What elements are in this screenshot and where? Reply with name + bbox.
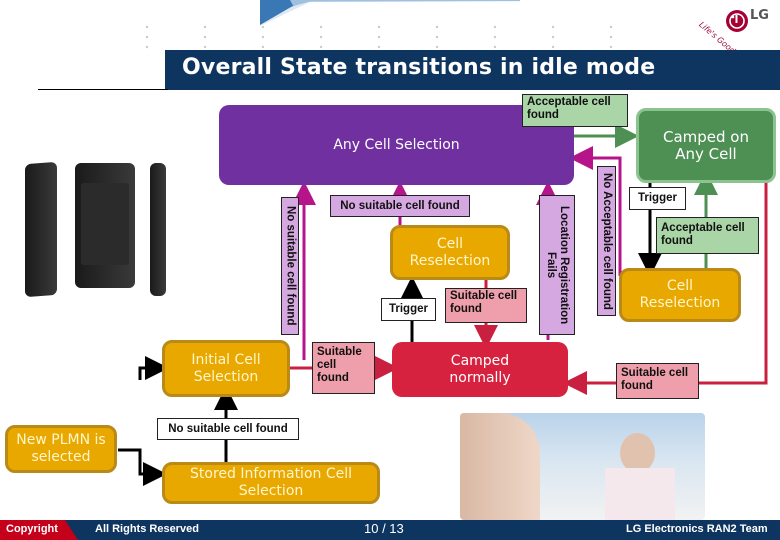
state-label: Any Cell Selection xyxy=(333,136,460,153)
state-label: Cell Reselection xyxy=(639,278,721,311)
state-label: Initial Cell Selection xyxy=(191,351,261,385)
state-label: New PLMN is selected xyxy=(16,432,106,465)
label-no-acceptable: No Acceptable cell found xyxy=(597,166,616,316)
label-trigger-right: Trigger xyxy=(629,187,686,210)
label-no-suitable-left: No suitable cell found xyxy=(281,197,299,335)
label-no-suitable-mid: No suitable cell found xyxy=(330,195,470,217)
state-any-cell-selection[interactable]: Any Cell Selection xyxy=(219,105,574,185)
state-camped-normally[interactable]: Camped normally xyxy=(392,342,568,397)
state-label: Stored Information Cell Selection xyxy=(190,466,352,499)
state-label: Camped normally xyxy=(449,352,511,386)
label-trigger-mid: Trigger xyxy=(381,298,436,321)
phone-side-right xyxy=(150,163,166,296)
label-acceptable-found-top: Acceptable cell found xyxy=(522,94,628,127)
state-label: Cell Reselection xyxy=(409,235,491,269)
footer-rights: All Rights Reserved xyxy=(95,523,199,535)
label-no-suitable-bottom: No suitable cell found xyxy=(157,418,299,440)
business-people-photo xyxy=(460,413,705,520)
arrow-plmn-to-stored xyxy=(118,448,167,486)
footer-team: LG Electronics RAN2 Team xyxy=(626,523,768,535)
state-initial-cell-selection[interactable]: Initial Cell Selection xyxy=(162,340,290,397)
footer-copyright: Copyright xyxy=(6,523,58,535)
label-suitable-found-mid: Suitable cell found xyxy=(445,288,527,323)
state-cell-reselection-right[interactable]: Cell Reselection xyxy=(619,268,741,322)
state-camped-on-any-cell[interactable]: Camped on Any Cell xyxy=(636,108,776,183)
state-stored-info-selection[interactable]: Stored Information Cell Selection xyxy=(162,462,380,504)
label-location-registration-fails: Location Registration Fails xyxy=(539,195,575,335)
arrow-plmn-to-initial xyxy=(138,356,169,380)
state-label: Camped on Any Cell xyxy=(662,127,749,163)
phone-side-left xyxy=(25,161,57,298)
label-suitable-found-initial: Suitable cell found xyxy=(312,342,375,394)
state-cell-reselection-mid[interactable]: Cell Reselection xyxy=(390,225,510,280)
label-acceptable-found-right: Acceptable cell found xyxy=(656,217,759,254)
state-new-plmn[interactable]: New PLMN is selected xyxy=(5,425,117,473)
phone-image xyxy=(25,161,166,313)
phone-front xyxy=(75,163,135,288)
label-suitable-found-right: Suitable cell found xyxy=(616,363,699,399)
page-number: 10 / 13 xyxy=(364,521,404,536)
